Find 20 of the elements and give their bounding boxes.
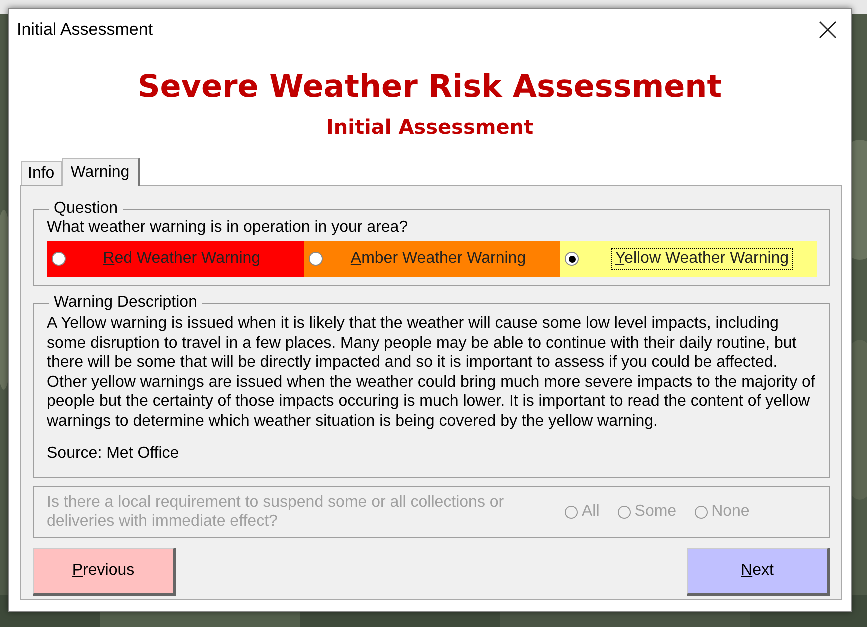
group-label: Question [53,200,120,218]
close-icon [819,21,837,39]
nav-button[interactable]: Next [687,548,830,596]
description-text: A Yellow warning is issued when it is likely that the weather will cause some low level impacts, including some disruption to travel in a few places. Many people may be able to continue with their daily routine, but there will be some that will be directly impacted and so it is important to assess if you could be affected. Other yellow warnings are issued when the weather could bring much more severe impacts to the majority of people but the certainty of those impacts occuring is much lower. It is important to read the content of yellow warnings to determine which weather situation is being covered by the yellow warning. [47,314,816,431]
suspension-question: Is there a local requirement to suspend some or all collections or deliveries with immediate effect? [47,493,506,531]
radio-button[interactable] [308,252,323,266]
warning-option[interactable]: Yellow Weather Warning [560,241,818,277]
radio-button[interactable] [52,252,66,266]
question-text: What weather warning is in operation in your area? [47,219,410,237]
group-label: Warning Description [53,294,198,312]
window-title: Initial Assessment [17,20,154,40]
warning-option[interactable]: Red Weather Warning [47,241,304,277]
tab[interactable]: Info [21,161,62,185]
warning-option[interactable]: Amber Weather Warning [304,241,560,277]
source-text: Source: Met Office [47,445,180,463]
tab[interactable]: Warning [62,158,140,186]
nav-button[interactable]: Previous [33,548,176,596]
form-subheading: Initial Assessment [326,115,534,139]
radio-button[interactable] [565,252,580,266]
form-heading: Severe Weather Risk Assessment [138,69,722,105]
